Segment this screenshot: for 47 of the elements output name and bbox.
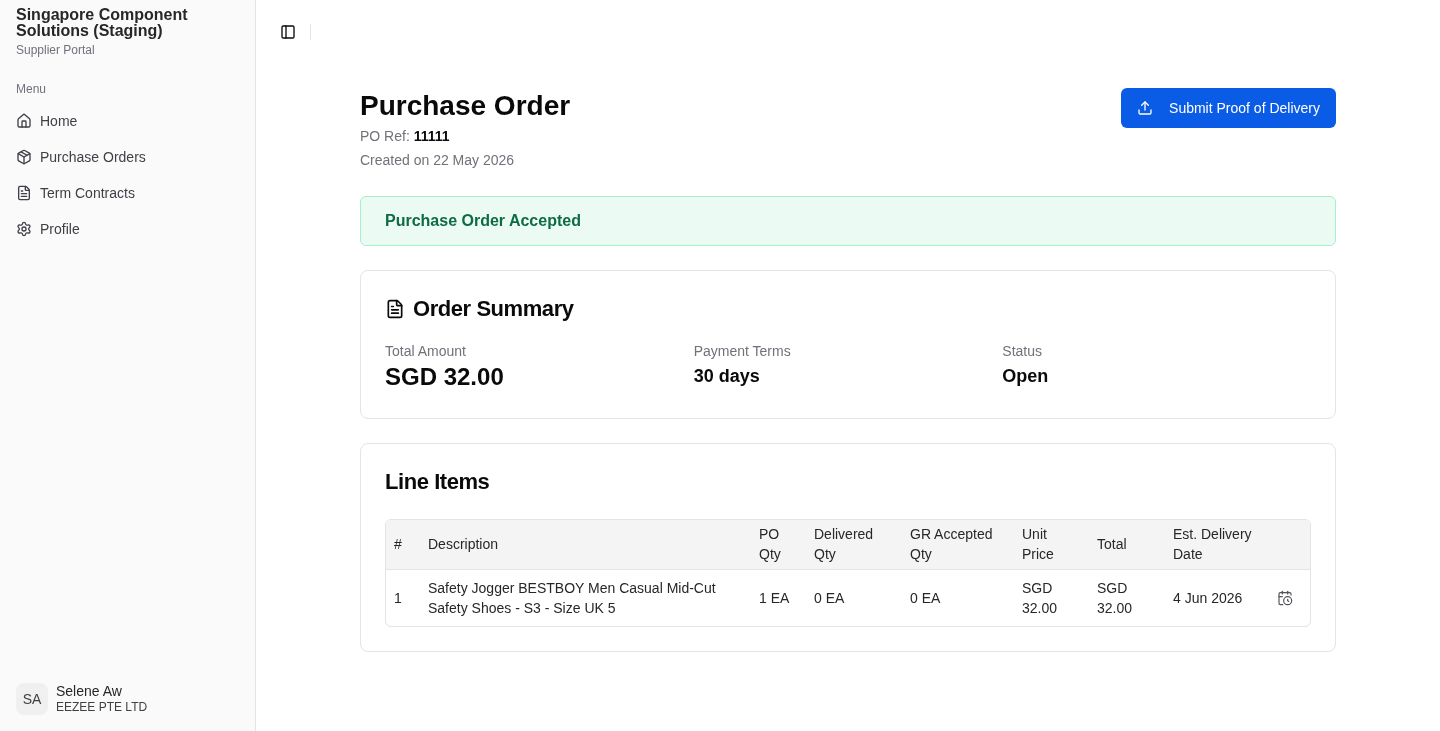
column-header: Total [1097,535,1128,555]
settings-icon [16,221,32,237]
table-cell-text: Safety Jogger BESTBOY Men Casual Mid-Cut Safety Shoes - S3 - Size UK 5 [428,578,717,618]
column-header: Est. Delivery Date [1173,525,1253,565]
field-value: 30 days [693,365,761,388]
page-title: Purchase Order [360,89,571,123]
card-title: Line Items [385,468,491,496]
package-icon [16,149,32,165]
table-cell-text: 1 [394,588,403,608]
card-title: Order Summary [413,295,574,323]
organization-name: Singapore Component Solutions (Staging) [16,7,189,39]
user-name: Selene Aw [56,683,123,700]
created-date: Created on 22 May 2026 [360,151,516,170]
table-cell-text: 0 EA [910,588,942,608]
column-header: Unit Price [1022,525,1055,565]
column-header: Description [428,535,500,555]
field-value: Open [1002,365,1050,388]
column-header: GR Accepted Qty [910,525,994,565]
home-icon [16,113,32,129]
menu-label: Menu [16,81,48,97]
status-alert: Purchase Order Accepted [360,196,1336,246]
po-reference: PO Ref: 11111 [360,127,451,146]
document-icon [385,299,405,319]
field-label: Total Amount [385,342,467,361]
sidebar-nav-link[interactable]: Home [16,103,239,139]
portal-subtitle: Supplier Portal [16,42,96,58]
column-header: # [394,535,403,555]
sidebar-nav-link[interactable]: Purchase Orders [16,139,239,175]
sidebar-nav-link[interactable]: Profile [16,211,239,247]
field-label: Payment Terms [693,342,792,361]
table-cell-text: 0 EA [814,588,846,608]
user-company: EEZEE PTE LTD [56,700,148,715]
column-header: PO Qty [759,525,782,565]
submit-proof-button[interactable]: Submit Proof of Delivery [1121,88,1336,128]
field-value: SGD 32.00 [385,362,505,392]
user-avatar: SA [16,683,48,715]
calendar-clock-icon [1277,589,1293,606]
sidebar-nav-link[interactable]: Term Contracts [16,175,239,211]
upload-icon [1137,100,1154,116]
field-label: Status [1002,342,1044,361]
table-cell-text: SGD 32.00 [1022,578,1059,618]
table-cell-text: 4 Jun 2026 [1173,588,1244,608]
panel-icon [280,24,296,40]
column-header: Delivered Qty [814,525,875,565]
table-cell-text: SGD 32.00 [1097,578,1134,618]
document-icon [16,185,32,201]
table-cell-text: 1 EA [759,588,791,608]
